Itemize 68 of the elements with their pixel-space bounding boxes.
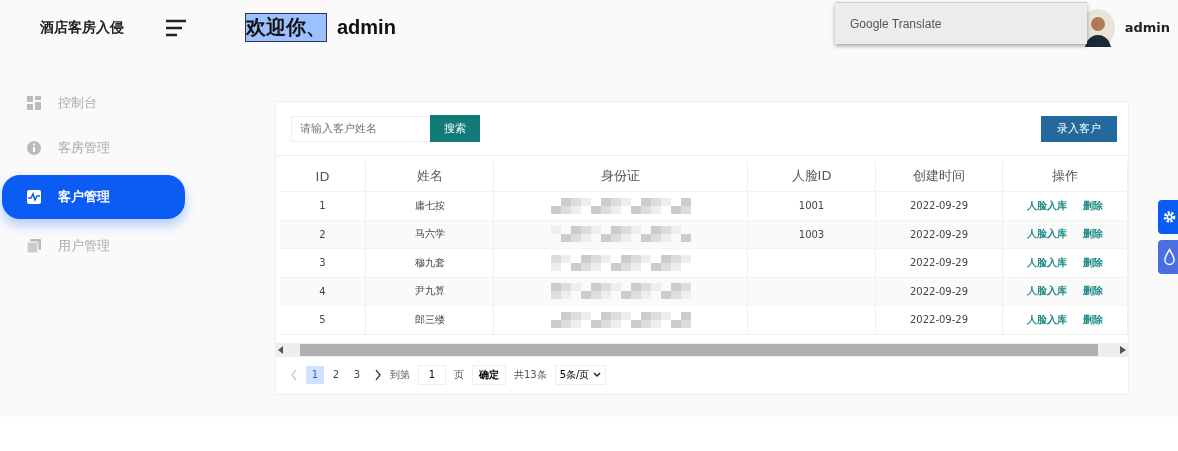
page-button[interactable]: 3 <box>348 365 366 384</box>
table-cell: 2022-09-29 <box>876 192 1003 221</box>
table-cell: 3 <box>280 249 366 278</box>
table-cell: 穆九套 <box>366 249 494 278</box>
confirm-button[interactable]: 确定 <box>472 364 506 385</box>
scroll-right-icon[interactable] <box>1118 345 1128 354</box>
column-header: ID <box>280 161 366 192</box>
page-unit: 页 <box>454 367 464 382</box>
table-cell: 1 <box>280 192 366 221</box>
table-cell: 尹九算 <box>366 277 494 306</box>
page-size-select[interactable]: 5条/页 <box>554 364 607 385</box>
action-link[interactable]: 删除 <box>1083 284 1103 299</box>
info-icon <box>26 140 42 156</box>
action-link[interactable]: 人脸入库 <box>1027 312 1067 327</box>
action-link[interactable]: 删除 <box>1083 312 1103 327</box>
sidebar-item[interactable]: 用户管理 <box>0 228 158 264</box>
column-header: 操作 <box>1003 161 1128 192</box>
add-customer-button[interactable]: 录入客户 <box>1041 115 1117 142</box>
table-cell: 2 <box>280 220 366 249</box>
action-link[interactable]: 人脸入库 <box>1027 227 1067 242</box>
table-cell: 1003 <box>748 220 876 249</box>
action-link[interactable]: 人脸入库 <box>1027 198 1067 213</box>
theme-button[interactable] <box>1158 240 1178 274</box>
drop-icon <box>1163 248 1176 266</box>
user-name: admin <box>337 16 396 39</box>
column-header: 姓名 <box>366 161 494 192</box>
pulse-icon <box>26 189 42 205</box>
goto-label: 到第 <box>390 367 410 382</box>
action-link[interactable]: 删除 <box>1083 227 1103 242</box>
translate-popup[interactable]: Google Translate <box>835 2 1087 44</box>
table-cell: 2022-09-29 <box>876 220 1003 249</box>
settings-button[interactable] <box>1158 200 1178 234</box>
sidebar-item[interactable]: 客房管理 <box>0 130 158 166</box>
greeting-text: 欢迎你、 <box>245 13 327 42</box>
settings-icon <box>1163 208 1176 226</box>
table-cell: 郎三缕 <box>366 306 494 335</box>
next-page-icon[interactable] <box>374 368 382 381</box>
page-button[interactable]: 2 <box>327 365 345 384</box>
sidebar-item[interactable]: 控制台 <box>0 85 158 121</box>
caret-icon <box>593 371 602 378</box>
table-cell: 2022-09-29 <box>876 249 1003 278</box>
search-button[interactable]: 搜索 <box>430 115 480 142</box>
table-cell: 2022-09-29 <box>876 306 1003 335</box>
table-cell: 2022-09-29 <box>876 277 1003 306</box>
table-cell: 4 <box>280 277 366 306</box>
page-input[interactable]: 1 <box>418 364 446 385</box>
search-field[interactable]: 请输入客户姓名 <box>291 115 431 142</box>
table-cell: 庸七按 <box>366 192 494 221</box>
user-name[interactable]: admin <box>1124 20 1170 35</box>
brand-title: 酒店客房入侵 <box>39 18 125 37</box>
column-header: 创建时间 <box>876 161 1003 192</box>
table-cell: 1001 <box>748 192 876 221</box>
grid-icon <box>26 95 42 111</box>
action-link[interactable]: 人脸入库 <box>1027 255 1067 270</box>
action-link[interactable]: 删除 <box>1083 198 1103 213</box>
menu-icon[interactable] <box>165 18 187 37</box>
page-button[interactable]: 1 <box>306 365 324 384</box>
table-cell: 5 <box>280 306 366 335</box>
table-cell: 马六学 <box>366 220 494 249</box>
column-header: 人脸ID <box>748 161 876 192</box>
copy-icon <box>26 238 42 254</box>
scroll-left-icon[interactable] <box>276 345 286 354</box>
action-link[interactable]: 人脸入库 <box>1027 284 1067 299</box>
column-header: 身份证 <box>494 161 748 192</box>
sidebar-item[interactable]: 客户管理 <box>2 175 185 219</box>
horizontal-scrollbar[interactable] <box>276 342 1128 357</box>
total-count: 共13条 <box>514 367 547 382</box>
action-link[interactable]: 删除 <box>1083 255 1103 270</box>
